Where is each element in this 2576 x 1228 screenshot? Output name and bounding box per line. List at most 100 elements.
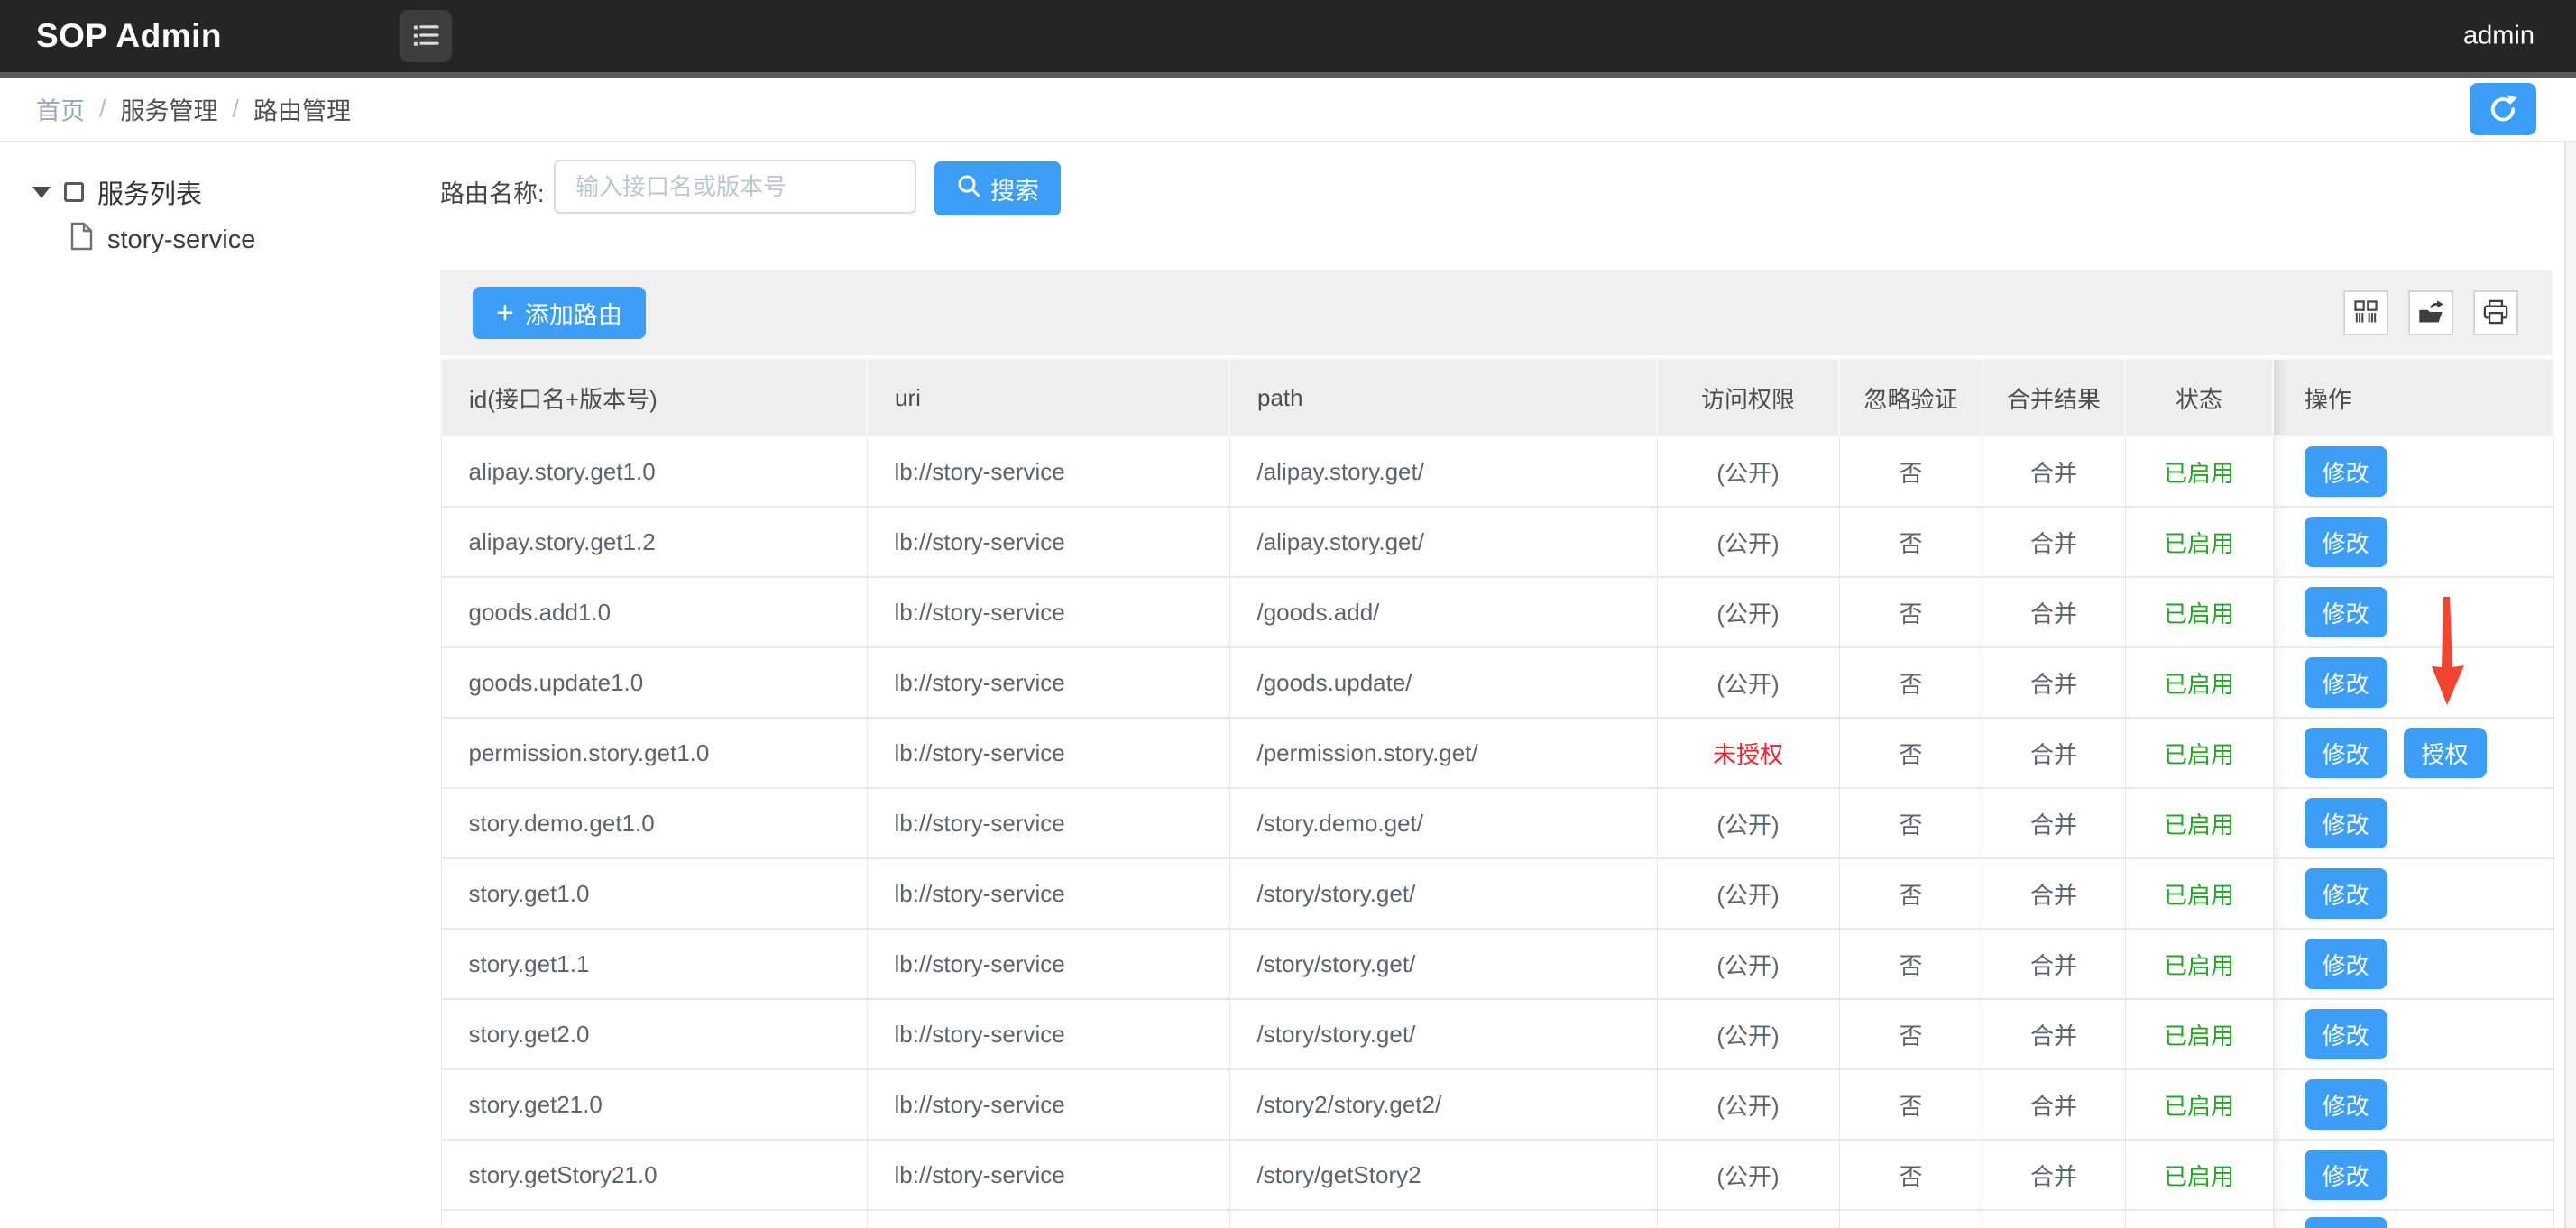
cell-path: /permission.story.get/ bbox=[1229, 718, 1657, 788]
modify-button[interactable]: 修改 bbox=[2305, 517, 2387, 567]
cell-permission bbox=[1657, 1210, 1839, 1228]
cell-status: 已启用 bbox=[2125, 858, 2273, 929]
table-row: goods.update1.0lb://story-service/goods.… bbox=[441, 647, 2553, 718]
cell-uri: lb://story-service bbox=[867, 788, 1229, 858]
cell-status: 已启用 bbox=[2125, 718, 2273, 788]
column-header: id(接口名+版本号) bbox=[441, 359, 867, 436]
modify-button[interactable]: 修改 bbox=[2305, 446, 2387, 497]
authorize-button[interactable]: 授权 bbox=[2404, 728, 2487, 778]
cell-permission: (公开) bbox=[1657, 577, 1839, 647]
table-row: goods.add1.0lb://story-service/goods.add… bbox=[441, 577, 2553, 647]
breadcrumb-service-mgmt[interactable]: 服务管理 bbox=[121, 92, 218, 127]
cell-id: alipay.story.get1.0 bbox=[441, 436, 867, 507]
cell-merge-result: 合并 bbox=[1983, 436, 2125, 507]
column-header: uri bbox=[867, 359, 1229, 436]
breadcrumb-separator: / bbox=[99, 96, 106, 124]
cell-ignore-auth: 否 bbox=[1839, 577, 1983, 647]
cell-uri: lb://story-service bbox=[867, 1069, 1229, 1140]
cell-uri: lb://story-service bbox=[867, 999, 1229, 1069]
folder-square-icon bbox=[64, 182, 84, 202]
route-name-label: 路由名称: bbox=[440, 174, 545, 209]
cell-uri: lb://story-service bbox=[867, 858, 1229, 929]
modify-button[interactable]: 修改 bbox=[2305, 868, 2387, 919]
cell-uri: lb://story-service bbox=[867, 1140, 1229, 1210]
breadcrumb: 首页 / 服务管理 / 路由管理 bbox=[36, 92, 351, 127]
menu-icon bbox=[410, 20, 441, 53]
cell-actions: 修改 bbox=[2273, 436, 2553, 507]
navbar-shadow-strip bbox=[0, 72, 2576, 78]
cell-ignore-auth: 否 bbox=[1839, 858, 1983, 929]
cell-ignore-auth: 否 bbox=[1839, 929, 1983, 999]
modify-button[interactable]: 修改 bbox=[2305, 728, 2387, 778]
columns-toggle-button[interactable] bbox=[2343, 290, 2388, 335]
refresh-icon bbox=[2487, 92, 2519, 127]
page: { "navbar": { "title": "SOP Admin", "use… bbox=[0, 0, 2576, 1228]
cell-merge-result: 合并 bbox=[1983, 1140, 2125, 1210]
tree-child-label: story-service bbox=[107, 225, 255, 255]
cell-status: 已启用 bbox=[2125, 999, 2273, 1069]
search-button[interactable]: 搜索 bbox=[934, 161, 1061, 215]
cell-merge-result bbox=[1983, 1210, 2125, 1228]
service-tree-panel: 服务列表 story-service bbox=[0, 144, 419, 1228]
cell-id: story.demo.get1.0 bbox=[441, 788, 867, 858]
sidebar-toggle-button[interactable] bbox=[400, 10, 452, 62]
current-user[interactable]: admin bbox=[2463, 22, 2535, 51]
vertical-scrollbar[interactable] bbox=[2564, 78, 2576, 1228]
modify-button[interactable]: 修改 bbox=[2305, 1079, 2387, 1130]
breadcrumb-route-mgmt: 路由管理 bbox=[253, 92, 351, 127]
cell-status: 已启用 bbox=[2125, 507, 2273, 577]
cell-id bbox=[441, 1210, 867, 1228]
cell-actions: 修改 bbox=[2273, 577, 2553, 647]
column-header: 合并结果 bbox=[1983, 359, 2125, 436]
cell-uri: lb://story-service bbox=[867, 577, 1229, 647]
table-row: permission.story.get1.0lb://story-servic… bbox=[441, 718, 2553, 788]
search-icon bbox=[956, 173, 981, 205]
caret-down-icon[interactable] bbox=[32, 187, 51, 198]
cell-id: story.get1.1 bbox=[441, 929, 867, 999]
add-route-button[interactable]: + 添加路由 bbox=[473, 287, 646, 339]
modify-button[interactable] bbox=[2305, 1217, 2387, 1228]
cell-id: story.get2.0 bbox=[441, 999, 867, 1069]
modify-button[interactable]: 修改 bbox=[2305, 798, 2387, 848]
plus-icon: + bbox=[496, 298, 514, 328]
cell-path: /alipay.story.get/ bbox=[1229, 436, 1657, 507]
cell-status: 已启用 bbox=[2125, 647, 2273, 718]
cell-ignore-auth: 否 bbox=[1839, 1069, 1983, 1140]
refresh-button[interactable] bbox=[2470, 83, 2536, 135]
cell-actions: 修改 bbox=[2273, 647, 2553, 718]
column-header: path bbox=[1229, 359, 1657, 436]
cell-actions: 修改授权 bbox=[2273, 718, 2553, 788]
modify-button[interactable]: 修改 bbox=[2305, 1150, 2387, 1200]
cell-path: /story/story.get/ bbox=[1229, 929, 1657, 999]
table-header-row: id(接口名+版本号)uripath访问权限忽略验证合并结果状态操作 bbox=[441, 359, 2553, 436]
cell-permission: (公开) bbox=[1657, 647, 1839, 718]
add-route-label: 添加路由 bbox=[525, 296, 622, 331]
cell-path: /alipay.story.get/ bbox=[1229, 507, 1657, 577]
cell-path: /goods.update/ bbox=[1229, 647, 1657, 718]
modify-button[interactable]: 修改 bbox=[2305, 587, 2387, 637]
cell-permission: 未授权 bbox=[1657, 718, 1839, 788]
cell-status: 已启用 bbox=[2125, 436, 2273, 507]
modify-button[interactable]: 修改 bbox=[2305, 1009, 2387, 1059]
breadcrumb-home[interactable]: 首页 bbox=[36, 92, 85, 127]
breadcrumb-bar: 首页 / 服务管理 / 路由管理 bbox=[0, 78, 2576, 142]
route-name-input[interactable] bbox=[554, 160, 916, 214]
modify-button[interactable]: 修改 bbox=[2305, 939, 2387, 989]
modify-button[interactable]: 修改 bbox=[2305, 657, 2387, 708]
export-button[interactable] bbox=[2408, 290, 2453, 335]
table-row: alipay.story.get1.2lb://story-service/al… bbox=[441, 507, 2553, 577]
cell-path: /story/getStory2 bbox=[1229, 1140, 1657, 1210]
cell-permission: (公开) bbox=[1657, 507, 1839, 577]
tree-node-service-list[interactable]: 服务列表 bbox=[32, 173, 202, 211]
print-button[interactable] bbox=[2473, 290, 2518, 335]
cell-status: 已启用 bbox=[2125, 788, 2273, 858]
column-header: 忽略验证 bbox=[1839, 359, 1983, 436]
cell-merge-result: 合并 bbox=[1983, 718, 2125, 788]
column-header: 操作 bbox=[2273, 359, 2553, 436]
cell-permission: (公开) bbox=[1657, 788, 1839, 858]
tree-node-story-service[interactable]: story-service bbox=[69, 222, 255, 258]
cell-actions: 修改 bbox=[2273, 507, 2553, 577]
cell-ignore-auth: 否 bbox=[1839, 999, 1983, 1069]
cell-status: 已启用 bbox=[2125, 929, 2273, 999]
cell-merge-result: 合并 bbox=[1983, 507, 2125, 577]
